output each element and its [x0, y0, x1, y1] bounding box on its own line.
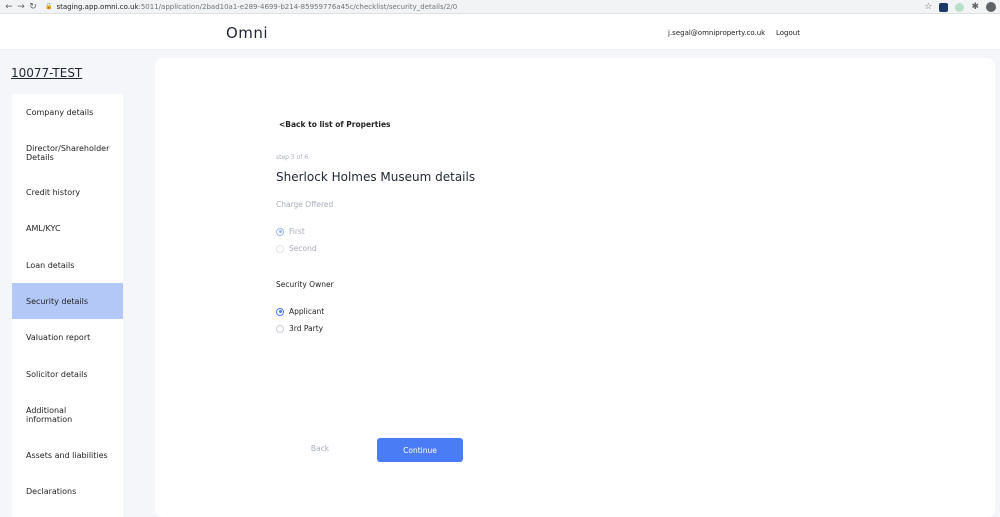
browser-actions: ☆ ✱ [924, 0, 996, 14]
url-path: :5011/application/2bad10a1-e289-4699-b21… [138, 2, 458, 11]
radio-button[interactable] [276, 227, 284, 236]
sidebar-item-label: Valuation report [26, 333, 91, 342]
sidebar-item-security-details[interactable]: Security details [12, 283, 123, 319]
radio-button[interactable] [276, 244, 284, 253]
radio-label: 3rd Party [289, 324, 324, 333]
charge-option-second[interactable]: Second [276, 244, 317, 253]
sidebar-item-label: Solicitor details [26, 370, 88, 379]
omni-logo[interactable]: Omni [226, 24, 268, 42]
sidebar-item-label: Company details [26, 108, 94, 117]
sidebar-item-credit-history[interactable]: Credit history [12, 182, 123, 206]
browser-back-icon[interactable]: ← [3, 0, 15, 14]
browser-forward-icon[interactable]: → [15, 0, 27, 14]
lock-icon: 🔒 [45, 3, 53, 10]
back-button[interactable]: Back [304, 444, 336, 453]
owner-option-applicant[interactable]: Applicant [276, 307, 324, 316]
security-owner-label: Security Owner [276, 280, 334, 289]
owner-option-3rd-party[interactable]: 3rd Party [276, 324, 323, 333]
sidebar-item-label: Security details [26, 297, 89, 306]
browser-reload-icon[interactable]: ↻ [27, 0, 39, 14]
page-title: Sherlock Holmes Museum details [276, 170, 476, 184]
profile-avatar-icon[interactable] [986, 2, 996, 12]
back-to-properties-link[interactable]: <Back to list of Properties [279, 120, 391, 129]
sidebar-item-assets-liabilities[interactable]: Assets and liabilities [12, 445, 123, 469]
radio-button[interactable] [276, 324, 284, 333]
radio-button[interactable] [276, 307, 284, 316]
puzzle-icon[interactable]: ✱ [971, 2, 979, 12]
address-bar[interactable]: 🔒 staging.app.omni.co.uk:5011/applicatio… [45, 0, 457, 14]
continue-button[interactable]: Continue [377, 438, 463, 462]
sidebar-item-label: Assets and liabilities [26, 451, 108, 460]
sidebar-item-label: Loan details [26, 261, 75, 270]
sidebar-item-label: Additional information [26, 406, 73, 424]
sidebar-item-additional-information[interactable]: Additional information [12, 400, 123, 430]
sidebar-item-director-shareholder[interactable]: Director/Shareholder Details [12, 136, 123, 166]
extension-icon[interactable] [939, 2, 949, 12]
sidebar-item-label: Credit history [26, 188, 81, 197]
sidebar-item-declarations[interactable]: Declarations [12, 481, 123, 505]
radio-label: Second [289, 244, 317, 253]
sidebar-item-loan-details[interactable]: Loan details [12, 254, 123, 278]
app-header: Omni j.segal@omniproperty.co.uk Logout [0, 14, 1000, 50]
sidebar-item-solicitor-details[interactable]: Solicitor details [12, 364, 123, 388]
charge-offered-label: Charge Offered [276, 200, 334, 209]
sidebar: Company details Director/Shareholder Det… [12, 94, 123, 517]
browser-toolbar: ← → ↻ 🔒 staging.app.omni.co.uk:5011/appl… [0, 0, 1000, 14]
sidebar-item-label: Director/Shareholder Details [26, 144, 110, 162]
user-email: j.segal@omniproperty.co.uk [668, 29, 766, 37]
radio-label: First [289, 227, 305, 236]
sidebar-item-label: Declarations [26, 487, 77, 496]
application-id[interactable]: 10077-TEST [11, 66, 82, 80]
sidebar-item-company-details[interactable]: Company details [12, 100, 123, 124]
charge-option-first[interactable]: First [276, 227, 305, 236]
bookmark-star-icon[interactable]: ☆ [924, 2, 932, 12]
sidebar-item-valuation-report[interactable]: Valuation report [12, 327, 123, 351]
url-host: staging.app.omni.co.uk [56, 2, 139, 11]
sidebar-item-aml-kyc[interactable]: AML/KYC [12, 218, 123, 242]
sidebar-item-label: AML/KYC [26, 224, 61, 233]
radio-label: Applicant [289, 307, 325, 316]
extension-icon[interactable] [955, 2, 965, 12]
step-indicator: step 3 of 6 [276, 154, 309, 161]
logout-link[interactable]: Logout [776, 29, 800, 37]
